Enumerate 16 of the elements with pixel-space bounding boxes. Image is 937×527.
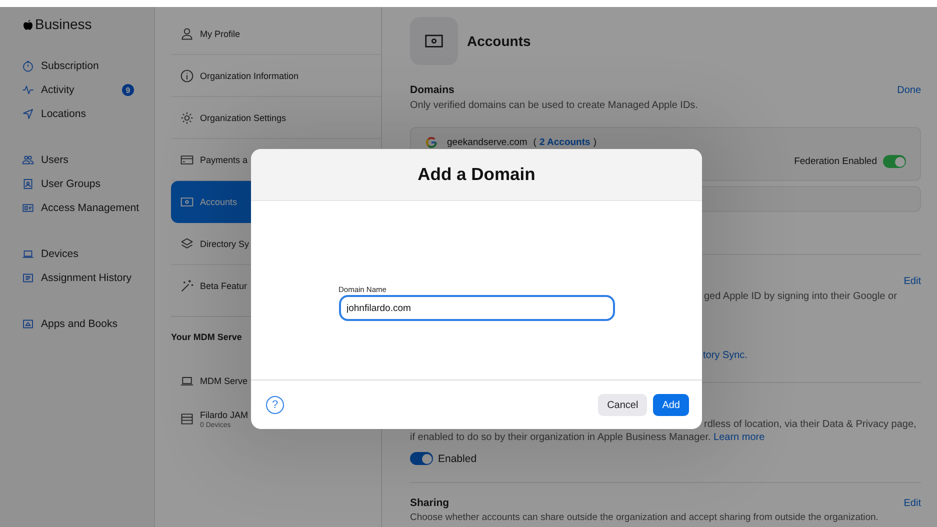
parenthesis: (: [533, 136, 536, 148]
section-description: if enabled to do so by their organization in Apple Business Manager. Learn more: [410, 431, 766, 444]
parenthesis: ): [593, 136, 596, 148]
count-badge: 9: [122, 84, 134, 96]
toggle-label: Federation Enabled: [794, 156, 877, 167]
section-description: rdless of location, via their Data & Privacy page,: [704, 418, 918, 431]
domain-name: geekandserve.com: [447, 136, 528, 148]
section-description: Choose whether accounts can share outside the organization and accept sharing from outside the organization.: [410, 511, 880, 524]
toggle-label: Enabled: [438, 452, 477, 464]
section-description: Only verified domains can be used to create Managed Apple IDs.: [410, 99, 699, 112]
page-title: Accounts: [467, 33, 531, 49]
section-title: Domains: [410, 84, 454, 96]
app-logo-text: Business: [35, 16, 92, 32]
dialog-title: Add a Domain: [418, 164, 536, 185]
section-title: Sharing: [410, 497, 450, 509]
section-description: ged Apple ID by signing into their Google or: [704, 290, 898, 303]
